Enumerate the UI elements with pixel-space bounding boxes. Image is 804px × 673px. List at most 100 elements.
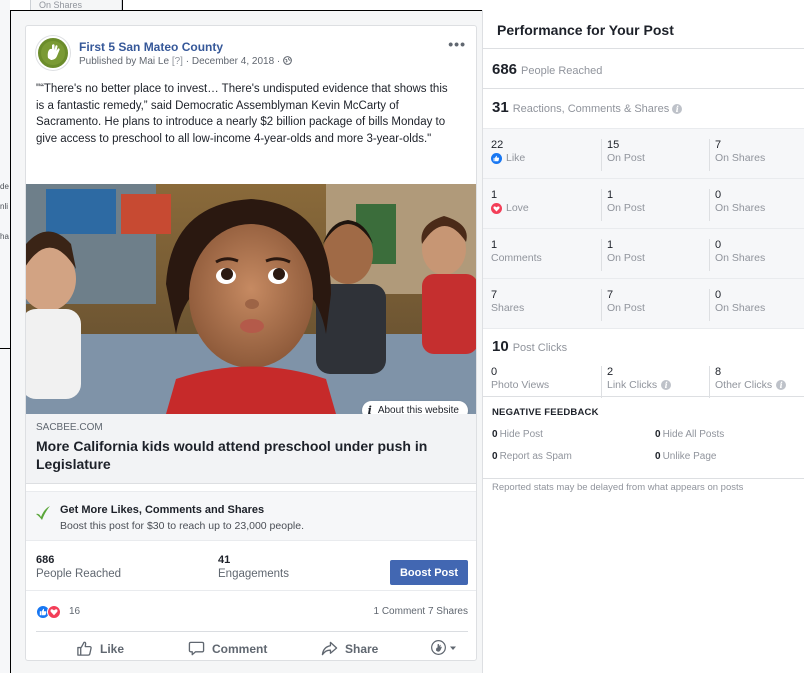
people-reached-value: 686 (36, 554, 55, 566)
reaction-count[interactable]: 16 (69, 606, 80, 617)
comments-breakdown-row: 1 Comments 1 On Post 0 On Shares (483, 228, 804, 278)
footnote-section: Reported stats may be delayed from what … (483, 478, 804, 508)
dropdown-caret-icon (450, 646, 456, 650)
background-text-fragment: de (0, 182, 9, 191)
love-reaction-icon (47, 605, 61, 619)
people-reached-stat: 686 People Reached (36, 554, 121, 580)
on-shares-label: On Shares (715, 252, 766, 264)
hide-post-value: 0 (492, 429, 498, 440)
on-shares-label: On Shares (715, 202, 766, 214)
post-preview-card: First 5 San Mateo County Published by Ma… (25, 25, 477, 661)
share-button[interactable]: Share (321, 640, 378, 657)
post-as-selector[interactable] (431, 640, 457, 655)
about-website-label: About this website (377, 405, 459, 414)
rcs-value: 31 (492, 99, 509, 116)
more-options-button[interactable]: ••• (448, 36, 466, 52)
comment-count-link[interactable]: 1 Comment (374, 606, 426, 617)
hide-all-value: 0 (655, 429, 661, 440)
performance-title: Performance for Your Post (497, 22, 674, 38)
link-title[interactable]: More California kids would attend presch… (36, 437, 456, 473)
share-count-link[interactable]: 7 Shares (428, 606, 468, 617)
info-icon: i (367, 404, 372, 414)
background-text-fragment: nli (0, 202, 9, 211)
negative-feedback-section: NEGATIVE FEEDBACK 0 Hide Post 0 Hide All P… (483, 396, 804, 478)
comment-share-counts: 1 Comment 7 Shares (374, 606, 469, 617)
hide-post-stat: 0 Hide Post (492, 429, 543, 440)
post-link-image[interactable]: i About this website (26, 184, 476, 414)
engagements-stat: 41 Engagements (218, 554, 289, 580)
comments-on-shares: 0 On Shares (709, 239, 765, 271)
other-clicks-label: Other Clicks i (715, 379, 787, 391)
loves-on-shares-value: 0 (715, 189, 722, 201)
page-name-link[interactable]: First 5 San Mateo County (79, 40, 223, 54)
engagements-value: 41 (218, 554, 231, 566)
shares-label: Shares (491, 302, 525, 314)
info-icon[interactable]: i (672, 104, 683, 114)
info-icon[interactable]: i (776, 380, 787, 390)
other-clicks-text: Other Clicks (715, 379, 773, 391)
other-clicks: 8 Other Clicks i (709, 366, 787, 398)
loves-on-post-value: 1 (607, 189, 614, 201)
comment-button[interactable]: Comment (188, 640, 267, 657)
link-clicks-label: Link Clicks i (607, 379, 672, 391)
post-clicks-summary: 10 Post Clicks (492, 338, 567, 355)
reaction-icons[interactable] (36, 605, 61, 619)
post-clicks-section: 10 Post Clicks 0 Photo Views 2 Link Click… (483, 328, 804, 406)
on-shares-label: On Shares (715, 302, 766, 314)
loves-total-value: 1 (491, 189, 498, 201)
hide-all-posts-stat: 0 Hide All Posts (655, 429, 724, 440)
on-post-label: On Post (607, 202, 645, 214)
link-domain: SACBEE.COM (36, 422, 103, 433)
post-meta: Published by Mai Le [?] · December 4, 20… (79, 56, 292, 67)
published-by[interactable]: Published by Mai Le (79, 56, 169, 67)
info-icon[interactable]: i (661, 380, 672, 390)
reactions-summary: 16 1 Comment 7 Shares (26, 596, 476, 626)
on-post-label: On Post (607, 302, 645, 314)
loves-total: 1 Love (491, 189, 529, 221)
shares-on-shares: 0 On Shares (709, 289, 765, 321)
report-spam-label: Report as Spam (499, 451, 572, 462)
about-website-button[interactable]: i About this website (361, 401, 468, 414)
likes-on-shares-value: 7 (715, 139, 722, 151)
love-breakdown-row: 1 Love 1 On Post 0 On Shares (483, 178, 804, 228)
page-avatar-icon (431, 640, 446, 655)
post-date[interactable]: · December 4, 2018 · (186, 56, 281, 67)
likes-total-label: Like (491, 152, 525, 164)
post-message: "“There's no better place to invest… The… (36, 83, 448, 145)
likes-total-value: 22 (491, 139, 504, 151)
page-avatar-icon[interactable] (36, 36, 70, 70)
unlike-page-value: 0 (655, 451, 661, 462)
likes-total: 22 Like (491, 139, 525, 171)
on-post-label: On Post (607, 152, 645, 164)
comments-total: 1 Comments (491, 239, 542, 271)
boost-promo: Get More Likes, Comments and Shares Boos… (26, 491, 476, 541)
love-label: Love (506, 202, 529, 214)
love-reaction-icon (491, 202, 502, 214)
comments-on-post: 1 On Post (601, 239, 645, 271)
shares-breakdown-row: 7 Shares 7 On Post 0 On Shares (483, 278, 804, 328)
share-label: Share (345, 641, 379, 656)
hide-post-label: Hide Post (499, 429, 543, 440)
help-link[interactable]: [?] (172, 56, 183, 67)
comments-on-post-value: 1 (607, 239, 614, 251)
post-summary-stats: 686 People Reached 41 Engagements Boost … (26, 546, 476, 591)
photo-views-label: Photo Views (491, 379, 550, 391)
likes-on-post-value: 15 (607, 139, 620, 151)
unlike-page-label: Unlike Page (662, 451, 717, 462)
promo-title: Get More Likes, Comments and Shares (60, 504, 265, 516)
boost-post-button[interactable]: Boost Post (390, 560, 468, 585)
like-reaction-icon (491, 152, 502, 164)
link-clicks: 2 Link Clicks i (601, 366, 672, 398)
loves-total-label: Love (491, 202, 529, 214)
globe-icon (283, 56, 292, 65)
on-post-label: On Post (607, 252, 645, 264)
like-button[interactable]: Like (76, 640, 124, 657)
background-page-edge: de nli ha (0, 0, 10, 673)
share-icon (321, 641, 338, 656)
performance-panel: Performance for Your Post 686 People Reac… (482, 10, 804, 673)
shares-on-post: 7 On Post (601, 289, 645, 321)
background-text-fragment: ha (0, 232, 9, 241)
post-header: First 5 San Mateo County Published by Ma… (36, 36, 466, 76)
link-clicks-text: Link Clicks (607, 379, 658, 391)
link-preview[interactable]: SACBEE.COM More California kids would at… (26, 414, 476, 484)
